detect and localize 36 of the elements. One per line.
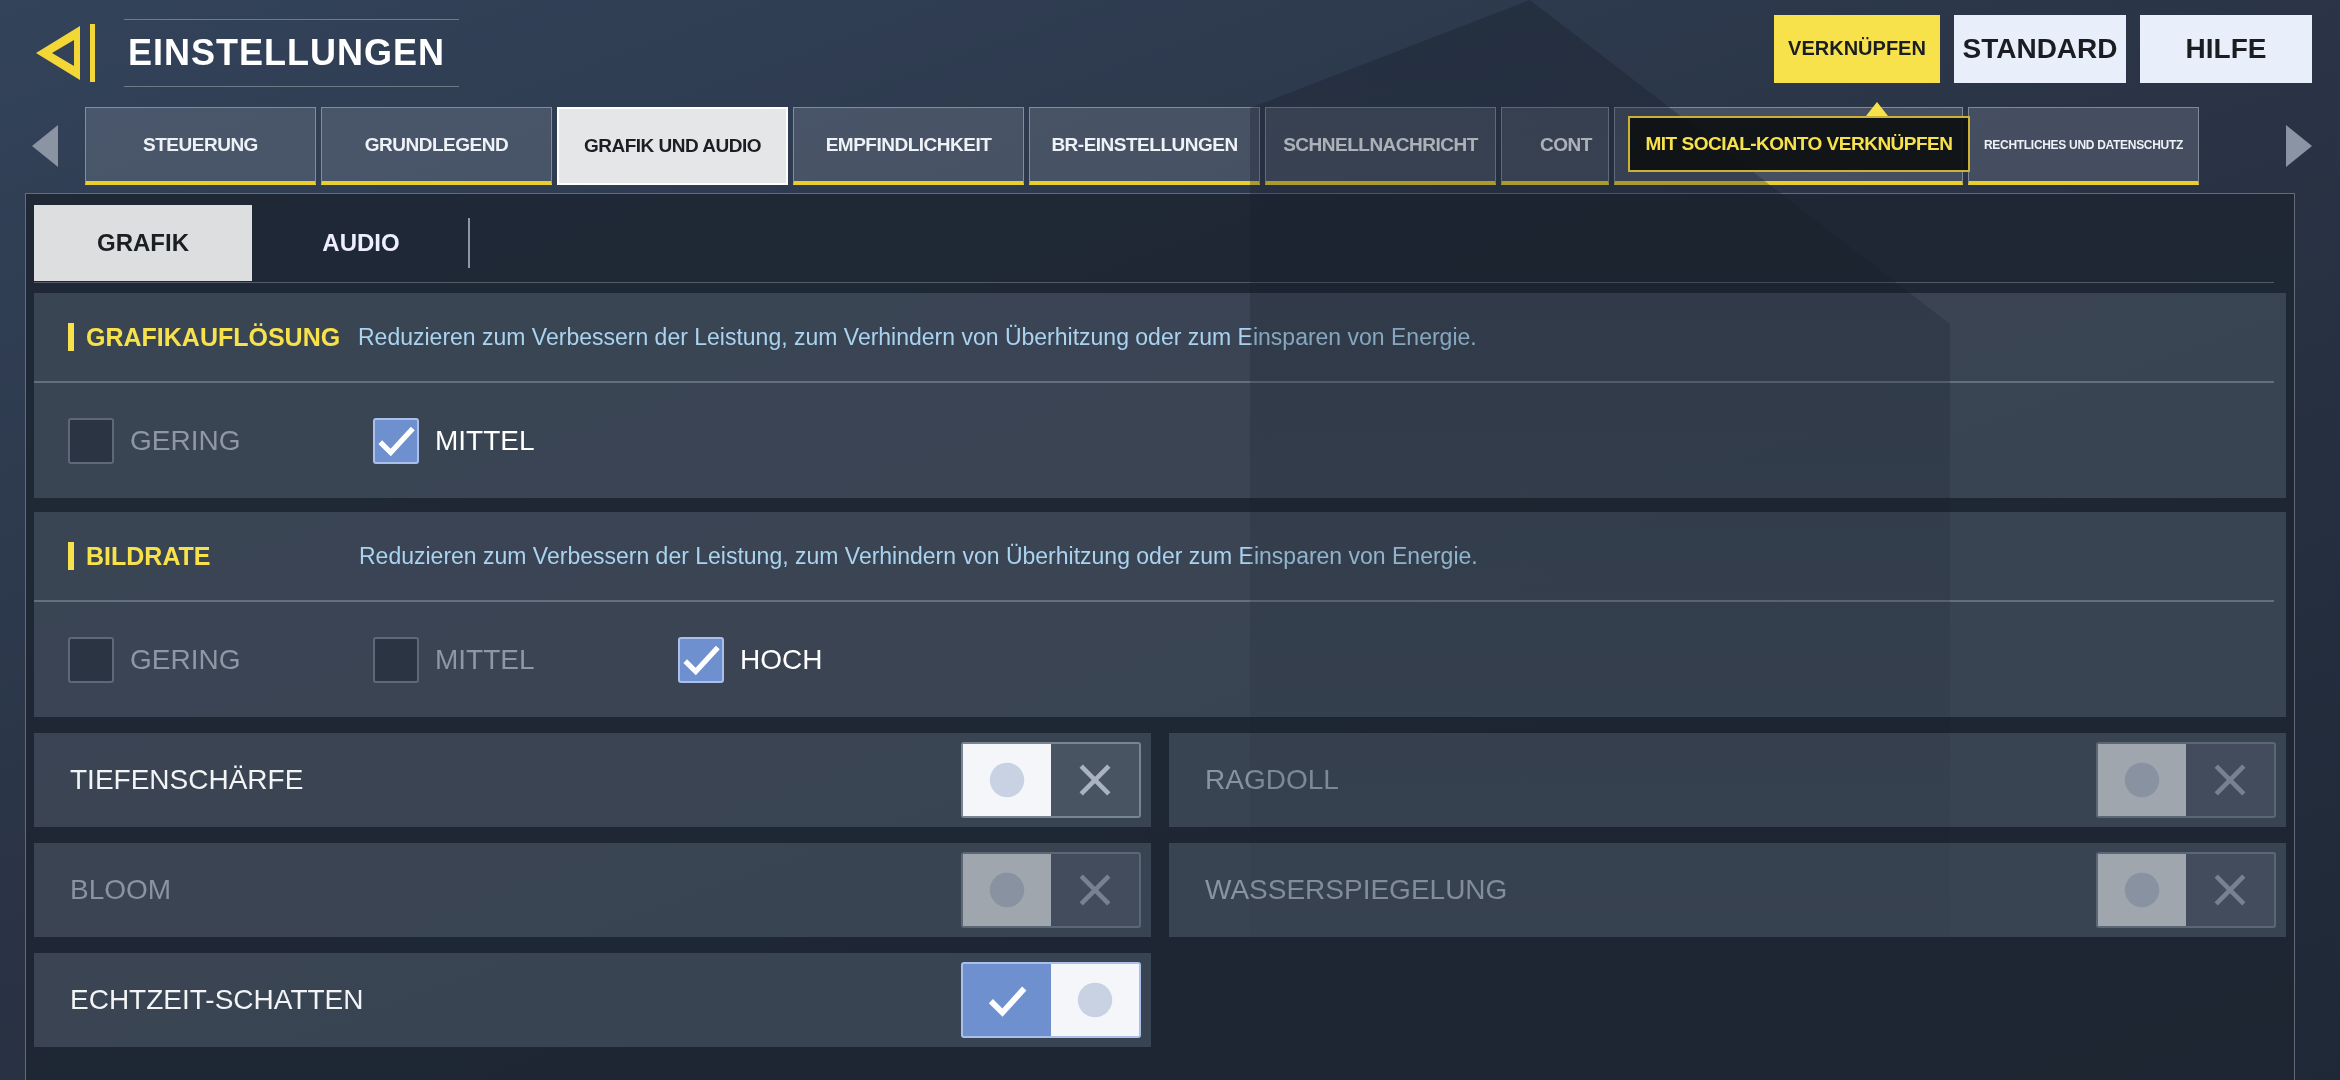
category-tab[interactable]: GRAFIK UND AUDIO: [557, 107, 788, 185]
setting-label: ECHTZEIT-SCHATTEN: [70, 984, 364, 1016]
setting-label: RAGDOLL: [1205, 764, 1339, 796]
checkbox[interactable]: [373, 417, 419, 464]
option-label: HOCH: [740, 643, 823, 676]
checkbox[interactable]: [68, 417, 114, 464]
checkbox[interactable]: [678, 636, 724, 683]
section-description: Reduzieren zum Verbessern der Leistung, zum Verhindern von Überhitzung oder zum Einsparen von Energie.: [359, 542, 1478, 570]
setting-label: BLOOM: [70, 874, 172, 906]
tooltip: MIT SOCIAL-KONTO VERKNÜPFEN: [1628, 116, 1970, 172]
header-button[interactable]: HILFE: [2140, 14, 2312, 83]
tooltip-pointer-icon: [1866, 102, 1888, 116]
option-label: MITTEL: [435, 643, 535, 676]
category-tab[interactable]: GRUNDLEGEND: [321, 107, 552, 185]
setting-label: TIEFENSCHÄRFE: [70, 764, 304, 796]
checkbox[interactable]: [373, 636, 419, 683]
sub-tab[interactable]: AUDIO: [252, 205, 470, 281]
setting-label: WASSERSPIEGELUNG: [1205, 874, 1508, 906]
toggle-switch[interactable]: [961, 742, 1141, 818]
category-tab[interactable]: EMPFINDLICHKEIT: [793, 107, 1024, 185]
accent-bar: [68, 542, 74, 570]
header-button[interactable]: STANDARD: [1954, 14, 2126, 83]
link-button[interactable]: VERKNÜPFEN: [1774, 14, 1940, 83]
checkbox[interactable]: [68, 636, 114, 683]
section-description: Reduzieren zum Verbessern der Leistung, zum Verhindern von Überhitzung oder zum Einsparen von Energie.: [358, 323, 1477, 351]
accent-bar: [68, 323, 74, 351]
toggle-switch[interactable]: [961, 962, 1141, 1038]
option-label: GERING: [130, 643, 241, 676]
section-title: BILDRATE: [86, 541, 212, 571]
category-tab[interactable]: STEUERUNG: [85, 107, 316, 185]
option-label: MITTEL: [435, 424, 535, 457]
sub-tab[interactable]: GRAFIK: [34, 205, 252, 281]
section-title: GRAFIKAUFLÖSUNG: [86, 322, 342, 352]
category-tab[interactable]: RECHTLICHES UND DATENSCHUTZ: [1968, 107, 2199, 185]
page-title: EINSTELLUNGEN: [124, 18, 459, 87]
option-label: GERING: [130, 424, 241, 457]
